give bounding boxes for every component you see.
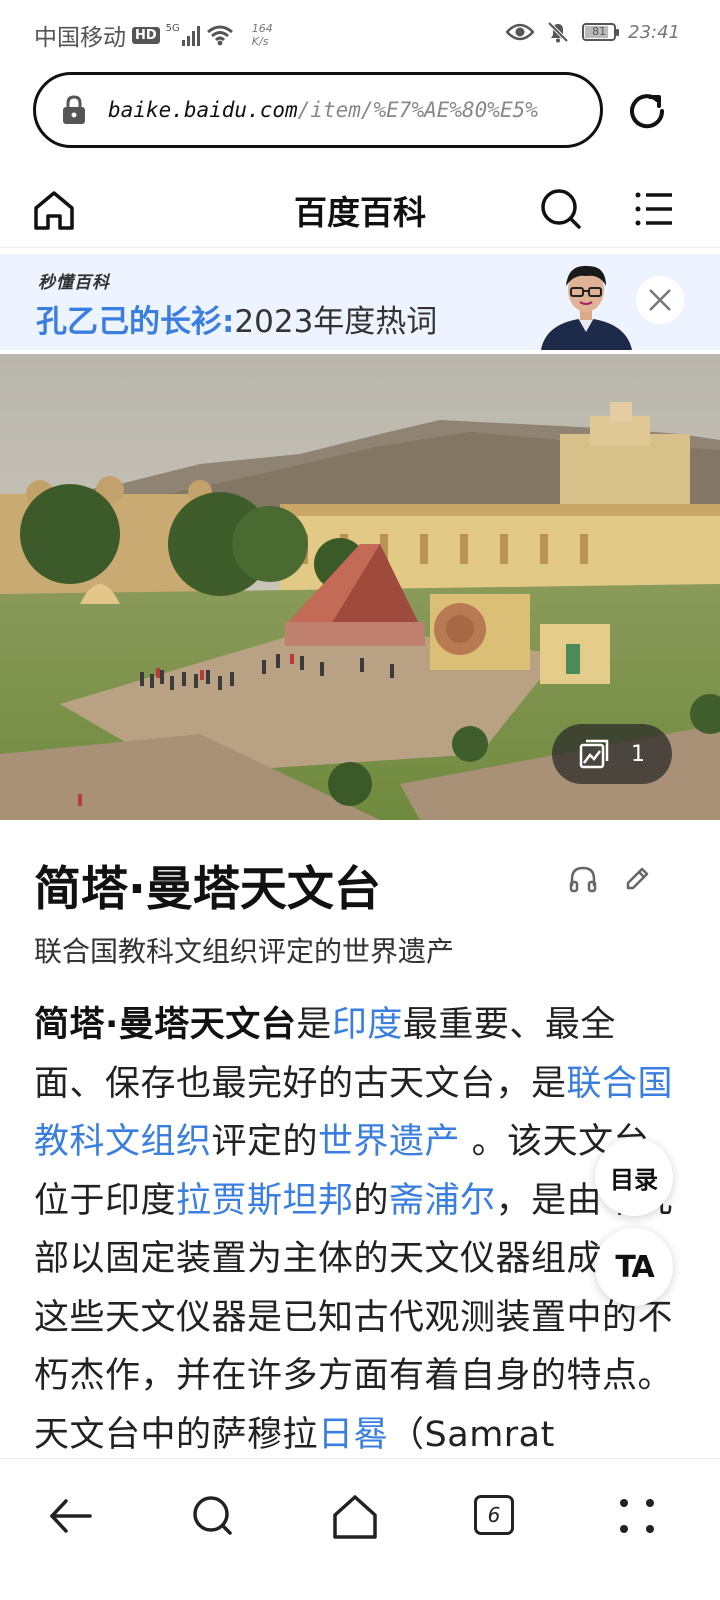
link-india[interactable]: 印度 (332, 1005, 403, 1045)
status-right: 81 23:41 (506, 20, 680, 44)
menu-icon[interactable] (634, 190, 674, 228)
speed-unit: K/s (251, 35, 269, 48)
link-world-heritage[interactable]: 世界遗产 (318, 1122, 460, 1162)
promo-banner[interactable]: 秒懂百科 孔乙己的长衫:2023年度热词 (0, 254, 720, 350)
wifi-icon (206, 25, 233, 46)
link-jaipur[interactable]: 斋浦尔 (389, 1181, 496, 1221)
battery-level: 81 (592, 25, 607, 38)
more-menu-icon[interactable] (612, 1491, 662, 1541)
summary-text: （Samrat (389, 1414, 555, 1455)
site-header: 百度百科 (0, 168, 720, 248)
network-speed: 164 K/s (252, 22, 273, 48)
tabs-button[interactable]: 6 (474, 1495, 514, 1535)
hd-badge: HD (132, 26, 160, 44)
lock-icon (63, 95, 85, 124)
search-nav-icon[interactable] (188, 1491, 238, 1541)
home-icon[interactable] (32, 188, 76, 232)
gallery-count: 1 (631, 741, 645, 767)
summary-text: 的 (353, 1180, 390, 1221)
gallery-button[interactable]: 1 (552, 724, 672, 784)
home-nav-icon[interactable] (330, 1491, 380, 1541)
speed-value: 164 (251, 22, 273, 35)
pencil-icon[interactable] (622, 864, 652, 894)
article-summary: 简塔·曼塔天文台是印度最重要、最全面、保存也最完好的古天文台，是联合国教科文组织… (34, 996, 674, 1464)
banner-person-image (541, 265, 632, 350)
tab-count: 6 (487, 1503, 501, 1527)
network-type: 5G (165, 23, 180, 34)
site-title: 百度百科 (294, 193, 426, 232)
status-bar: 中国移动 HD 5G 164 K/s 81 23:41 (0, 0, 720, 66)
banner-close-button[interactable] (636, 276, 684, 324)
bottom-navigation: 6 (0, 1458, 720, 1600)
address-bar[interactable]: baike.baidu.com/item/%E7%AE%80%E5% (33, 72, 603, 148)
summary-text: 是 (296, 1005, 332, 1045)
summary-text: 评定的 (211, 1122, 319, 1162)
url-domain: baike.baidu.com (108, 98, 298, 122)
banner-highlight: 孔乙己的长衫: (36, 304, 235, 340)
banner-rest: 2023年度热词 (234, 304, 438, 340)
hero-image[interactable]: 1 (0, 354, 720, 820)
font-size-button[interactable]: TA (595, 1228, 673, 1306)
signal-icon: 5G (166, 24, 200, 46)
article-title-row: 简塔·曼塔天文台 (34, 850, 684, 917)
battery-icon: 81 (582, 23, 620, 41)
search-icon[interactable] (540, 188, 582, 230)
banner-brand: 秒懂百科 (38, 273, 110, 293)
back-arrow-icon[interactable] (46, 1491, 96, 1541)
summary-text: ，是由十几部以固定装置为主体的天文仪器组成的，这些天文仪器是已知古代观测装置中的… (34, 1180, 674, 1455)
link-sundial[interactable]: 日晷 (318, 1415, 389, 1455)
summary-bold-term: 简塔·曼塔天文台 (34, 1005, 297, 1045)
url-text: baike.baidu.com/item/%E7%AE%80%E5% (108, 98, 538, 122)
article-subtitle: 联合国教科文组织评定的世界遗产 (34, 935, 455, 968)
headphones-icon[interactable] (568, 864, 598, 894)
mute-bell-icon (547, 21, 569, 43)
reload-icon[interactable] (626, 90, 668, 132)
clock: 23:41 (628, 21, 680, 43)
url-path: /item/%E7%AE%80%E5% (297, 98, 538, 122)
gallery-icon (579, 739, 609, 769)
eye-icon (506, 23, 535, 41)
close-icon (649, 289, 671, 311)
status-left: 中国移动 HD 5G 164 K/s (34, 18, 273, 52)
table-of-contents-button[interactable]: 目录 (595, 1138, 673, 1216)
banner-text: 孔乙己的长衫:2023年度热词 (36, 296, 437, 341)
link-rajasthan[interactable]: 拉贾斯坦邦 (176, 1181, 354, 1221)
carrier-name: 中国移动 (34, 25, 126, 51)
